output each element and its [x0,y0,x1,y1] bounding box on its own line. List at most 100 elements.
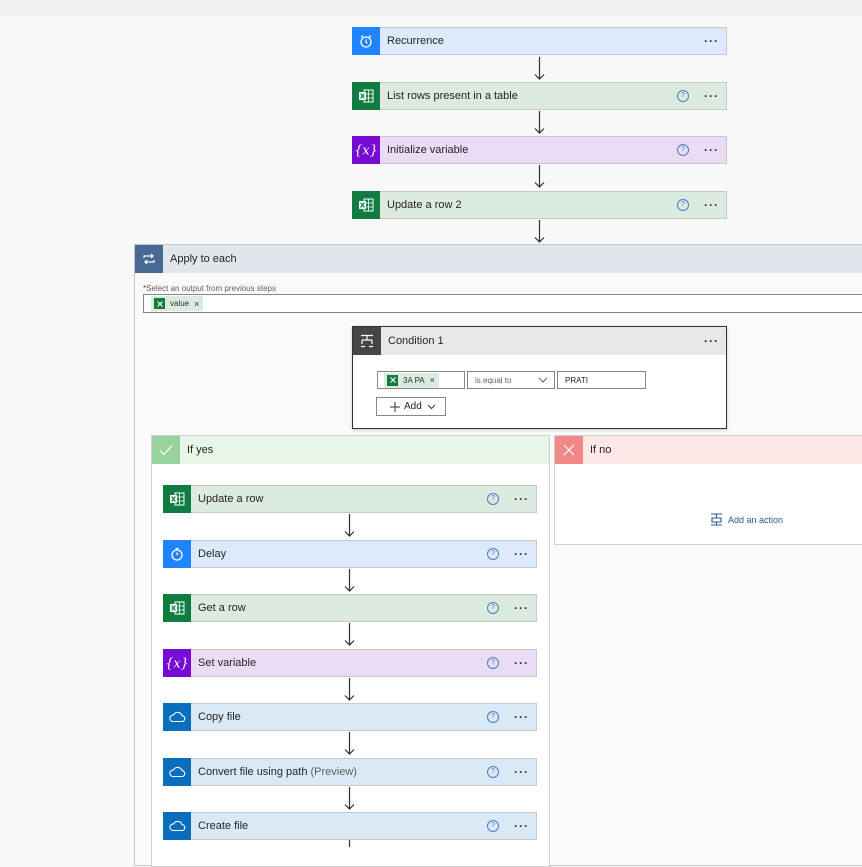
operator-value: is equal to [475,375,512,385]
help-icon[interactable]: ? [677,199,689,211]
step-initialize-variable[interactable]: {x} Initialize variable ? ··· [352,135,727,164]
step-title: Recurrence [387,35,444,47]
flow-arrow [344,732,355,755]
apply-to-each-header[interactable]: Apply to each [135,245,862,273]
help-icon[interactable]: ? [677,144,689,156]
help-icon[interactable]: ? [487,602,499,614]
excel-icon [154,298,165,309]
select-output-text: Select an output from previous steps [146,284,276,293]
step-recurrence[interactable]: Recurrence ··· [352,26,727,55]
condition-title: Condition 1 [388,335,444,347]
step-convert-file[interactable]: Convert file using path (Preview) ? ··· [163,757,537,786]
remove-token-icon[interactable]: × [194,299,199,309]
top-bar [0,0,862,16]
select-output-input[interactable]: value × [143,294,862,313]
flow-arrow [534,165,545,188]
condition-right-operand[interactable]: PRATI [557,371,646,389]
chevron-down-icon [538,377,548,383]
help-icon[interactable]: ? [487,766,499,778]
chevron-down-icon [427,404,436,409]
onedrive-icon [163,757,191,786]
more-options-icon[interactable]: ··· [514,547,529,561]
if-yes-title: If yes [187,444,214,456]
help-icon[interactable]: ? [487,548,499,560]
right-operand-value: PRATI [565,375,588,385]
step-list-rows[interactable]: List rows present in a table ? ··· [352,81,727,110]
add-condition-label: Add [404,401,422,412]
step-title: Update a row [198,493,264,505]
help-icon[interactable]: ? [487,820,499,832]
flow-arrow [348,840,351,847]
step-get-row[interactable]: Get a row ? ··· [163,593,537,622]
step-set-variable[interactable]: {x} Set variable ? ··· [163,648,537,677]
step-title: Set variable [198,657,257,669]
close-icon [555,436,583,464]
if-no-header[interactable]: If no [555,436,862,464]
more-options-icon[interactable]: ··· [704,334,719,348]
token-label: 3A PA [403,375,425,385]
step-update-row[interactable]: Update a row ? ··· [163,484,537,513]
excel-icon [387,374,398,386]
select-output-label: *Select an output from previous steps [143,284,276,293]
excel-icon [163,484,191,513]
check-icon [152,436,180,464]
add-action-icon [711,513,722,526]
excel-icon [352,81,380,110]
help-icon[interactable]: ? [487,493,499,505]
step-title: Delay [198,548,227,560]
preview-tag: (Preview) [310,766,357,778]
onedrive-icon [163,702,191,731]
operator-dropdown[interactable]: is equal to [467,371,555,389]
field-token[interactable]: 3A PA × [384,372,439,388]
flow-arrow [534,111,545,134]
token-label: value [170,299,190,308]
step-update-row-2[interactable]: Update a row 2 ? ··· [352,190,727,219]
more-options-icon[interactable]: ··· [704,143,719,157]
more-options-icon[interactable]: ··· [704,34,719,48]
flow-arrow [534,220,545,243]
more-options-icon[interactable]: ··· [514,765,529,779]
more-options-icon[interactable]: ··· [514,492,529,506]
add-condition-button[interactable]: Add [376,397,446,416]
step-delay[interactable]: Delay ? ··· [163,539,537,568]
more-options-icon[interactable]: ··· [704,198,719,212]
remove-token-icon[interactable]: × [430,375,435,385]
flow-arrow [344,678,355,701]
flow-arrow [344,787,355,810]
add-action-label: Add an action [728,514,784,525]
svg-text:{x}: {x} [355,143,377,158]
step-title: Copy file [198,711,241,723]
svg-text:{x}: {x} [166,656,188,671]
step-title: Create file [198,820,249,832]
step-title: List rows present in a table [387,90,518,102]
loop-icon [135,245,163,273]
condition-icon [353,327,381,355]
if-no-title: If no [590,444,612,456]
plus-icon [390,401,400,412]
onedrive-icon [163,811,191,840]
step-title: Initialize variable [387,144,469,156]
value-token[interactable]: value × [151,296,204,311]
step-copy-file[interactable]: Copy file ? ··· [163,702,537,731]
more-options-icon[interactable]: ··· [704,89,719,103]
variable-icon: {x} [352,135,380,164]
excel-icon [163,593,191,622]
help-icon[interactable]: ? [677,90,689,102]
more-options-icon[interactable]: ··· [514,656,529,670]
help-icon[interactable]: ? [487,657,499,669]
step-title: Convert file using path [198,766,308,778]
add-action-link[interactable]: Add an action [710,513,783,526]
more-options-icon[interactable]: ··· [514,601,529,615]
step-title: Get a row [198,602,246,614]
condition-left-operand[interactable]: 3A PA × [377,371,465,389]
more-options-icon[interactable]: ··· [514,710,529,724]
timer-icon [163,539,191,568]
step-create-file[interactable]: Create file ? ··· [163,811,537,840]
step-title: Update a row 2 [387,199,462,211]
more-options-icon[interactable]: ··· [514,819,529,833]
flow-arrow [534,57,545,80]
help-icon[interactable]: ? [487,711,499,723]
if-yes-header[interactable]: If yes [152,436,549,464]
condition-header[interactable]: Condition 1 ··· [353,327,726,355]
apply-to-each-title: Apply to each [170,253,237,265]
